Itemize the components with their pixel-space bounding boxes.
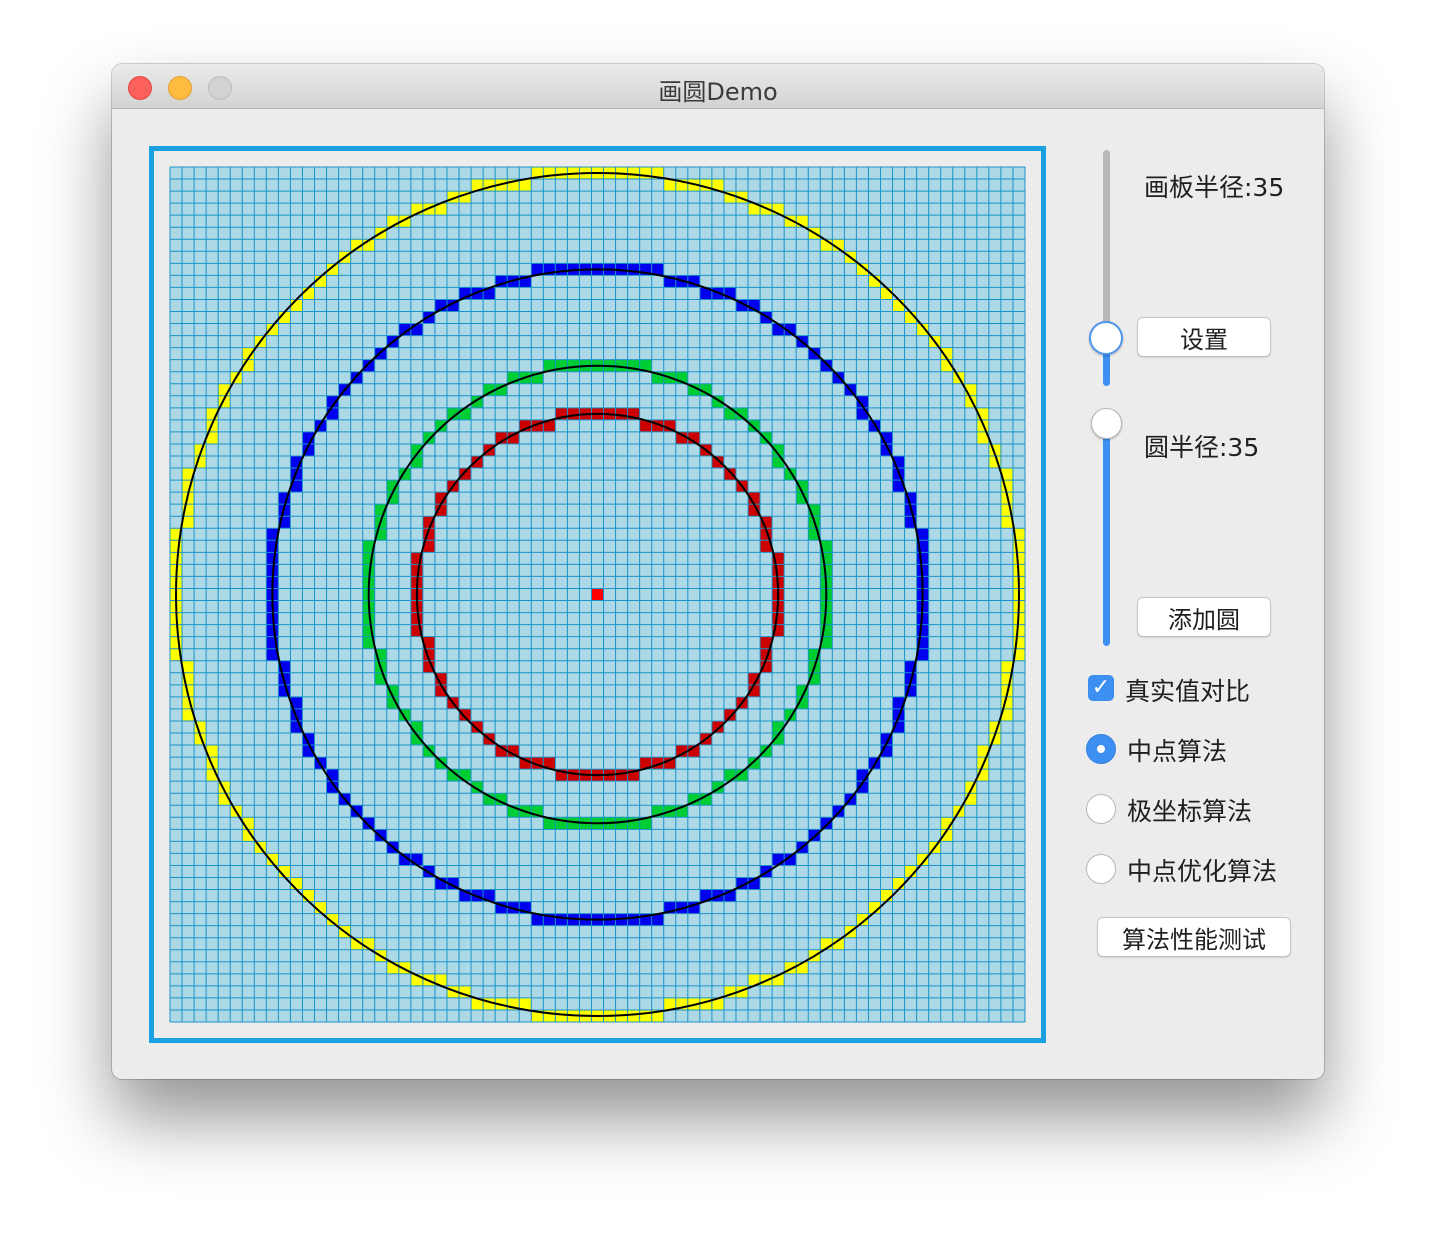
circle-pixel — [760, 431, 773, 444]
board-radius-label: 画板半径:35 — [1144, 173, 1285, 202]
center-pixel — [591, 588, 604, 601]
circle-pixel — [422, 745, 435, 758]
circle-pixel — [170, 624, 183, 637]
circle-radius-slider-knob[interactable] — [1091, 408, 1122, 439]
board-radius-slider-knob[interactable] — [1089, 321, 1123, 355]
circle-pixel — [772, 853, 785, 866]
circle-pixel — [362, 359, 375, 372]
circle-pixel — [772, 564, 785, 577]
circle-pixel — [711, 456, 724, 469]
circle-pixel — [772, 323, 785, 336]
optimized-midpoint-algorithm-label[interactable]: 中点优化算法 — [1127, 852, 1277, 888]
circle-pixel — [290, 877, 303, 890]
circle-pixel — [410, 720, 423, 733]
circle-pixel — [820, 359, 833, 372]
optimized-midpoint-algorithm-radio[interactable] — [1086, 854, 1116, 884]
circle-pixel — [555, 167, 568, 180]
circle-pixel — [1012, 624, 1025, 637]
polar-algorithm-radio[interactable] — [1086, 794, 1116, 824]
circle-pixel — [892, 299, 905, 312]
circle-pixel — [471, 720, 484, 733]
circle-pixel — [856, 769, 869, 782]
pixel-grid-canvas — [169, 166, 1026, 1023]
polar-algorithm-label[interactable]: 极坐标算法 — [1127, 792, 1252, 828]
circle-pixel — [627, 1009, 640, 1022]
circle-pixel — [916, 552, 929, 565]
midpoint-algorithm-radio[interactable] — [1086, 734, 1116, 764]
circle-pixel — [459, 708, 472, 721]
circle-pixel — [290, 299, 303, 312]
midpoint-algorithm-label[interactable]: 中点算法 — [1127, 732, 1227, 768]
circle-pixel — [892, 877, 905, 890]
circle-pixel — [627, 167, 640, 180]
circle-pixel — [555, 1009, 568, 1022]
circle-pixel — [772, 456, 785, 469]
circle-pixel — [772, 720, 785, 733]
circle-pixel — [326, 407, 339, 420]
circle-pixel — [459, 468, 472, 481]
circle-pixel — [434, 757, 447, 770]
circle-pixel — [266, 624, 279, 637]
circle-pixel — [434, 419, 447, 432]
circle-pixel — [555, 263, 568, 276]
checkmark-icon: ✓ — [1091, 675, 1111, 700]
set-button[interactable]: 设置 — [1137, 317, 1271, 357]
app-window: 画圆Demo 画板半径:35 设置 圆半径:35 添加圆 ✓ 真实值对比 中点算… — [112, 64, 1324, 1079]
circle-pixel — [615, 407, 628, 420]
circle-radius-slider-fill — [1103, 422, 1110, 646]
circle-pixel — [723, 769, 736, 782]
circle-pixel — [820, 817, 833, 830]
circle-pixel — [471, 456, 484, 469]
board-radius-slider-track — [1103, 150, 1110, 336]
circle-pixel — [856, 407, 869, 420]
circle-pixel — [302, 889, 315, 902]
circle-radius-slider[interactable] — [1091, 408, 1122, 646]
circle-pixel — [567, 769, 580, 782]
circle-pixel — [422, 431, 435, 444]
circle-pixel — [459, 769, 472, 782]
compare-checkbox-label[interactable]: 真实值对比 — [1125, 672, 1250, 708]
circle-pixel — [410, 323, 423, 336]
performance-test-button[interactable]: 算法性能测试 — [1097, 917, 1291, 957]
circle-pixel — [880, 889, 893, 902]
add-circle-button[interactable]: 添加圆 — [1137, 597, 1271, 637]
window-title: 画圆Demo — [658, 78, 778, 106]
circle-pixel — [627, 263, 640, 276]
circle-pixel — [615, 769, 628, 782]
circle-pixel — [266, 552, 279, 565]
circle-pixel — [627, 913, 640, 926]
circle-pixel — [760, 745, 773, 758]
circle-pixel — [880, 287, 893, 300]
circle-pixel — [410, 564, 423, 577]
circle-pixel — [362, 817, 375, 830]
circle-pixel — [302, 287, 315, 300]
circle-pixel — [459, 407, 472, 420]
circle-pixel — [567, 407, 580, 420]
circle-pixel — [916, 624, 929, 637]
board-radius-slider[interactable] — [1089, 150, 1123, 386]
circle-pixel — [772, 612, 785, 625]
circle-pixel — [723, 708, 736, 721]
circle-pixel — [410, 612, 423, 625]
circle-pixel — [410, 853, 423, 866]
circle-pixel — [748, 757, 761, 770]
compare-checkbox[interactable]: ✓ — [1088, 675, 1114, 701]
circle-pixel — [1012, 552, 1025, 565]
circle-pixel — [748, 419, 761, 432]
title-bar: 画圆Demo — [112, 64, 1324, 109]
drawing-board[interactable] — [149, 146, 1046, 1043]
circle-pixel — [711, 720, 724, 733]
circle-pixel — [723, 468, 736, 481]
circle-pixel — [555, 913, 568, 926]
circle-pixel — [170, 552, 183, 565]
circle-pixel — [723, 407, 736, 420]
circle-pixel — [410, 456, 423, 469]
circle-radius-label: 圆半径:35 — [1144, 433, 1260, 462]
circle-pixel — [326, 769, 339, 782]
